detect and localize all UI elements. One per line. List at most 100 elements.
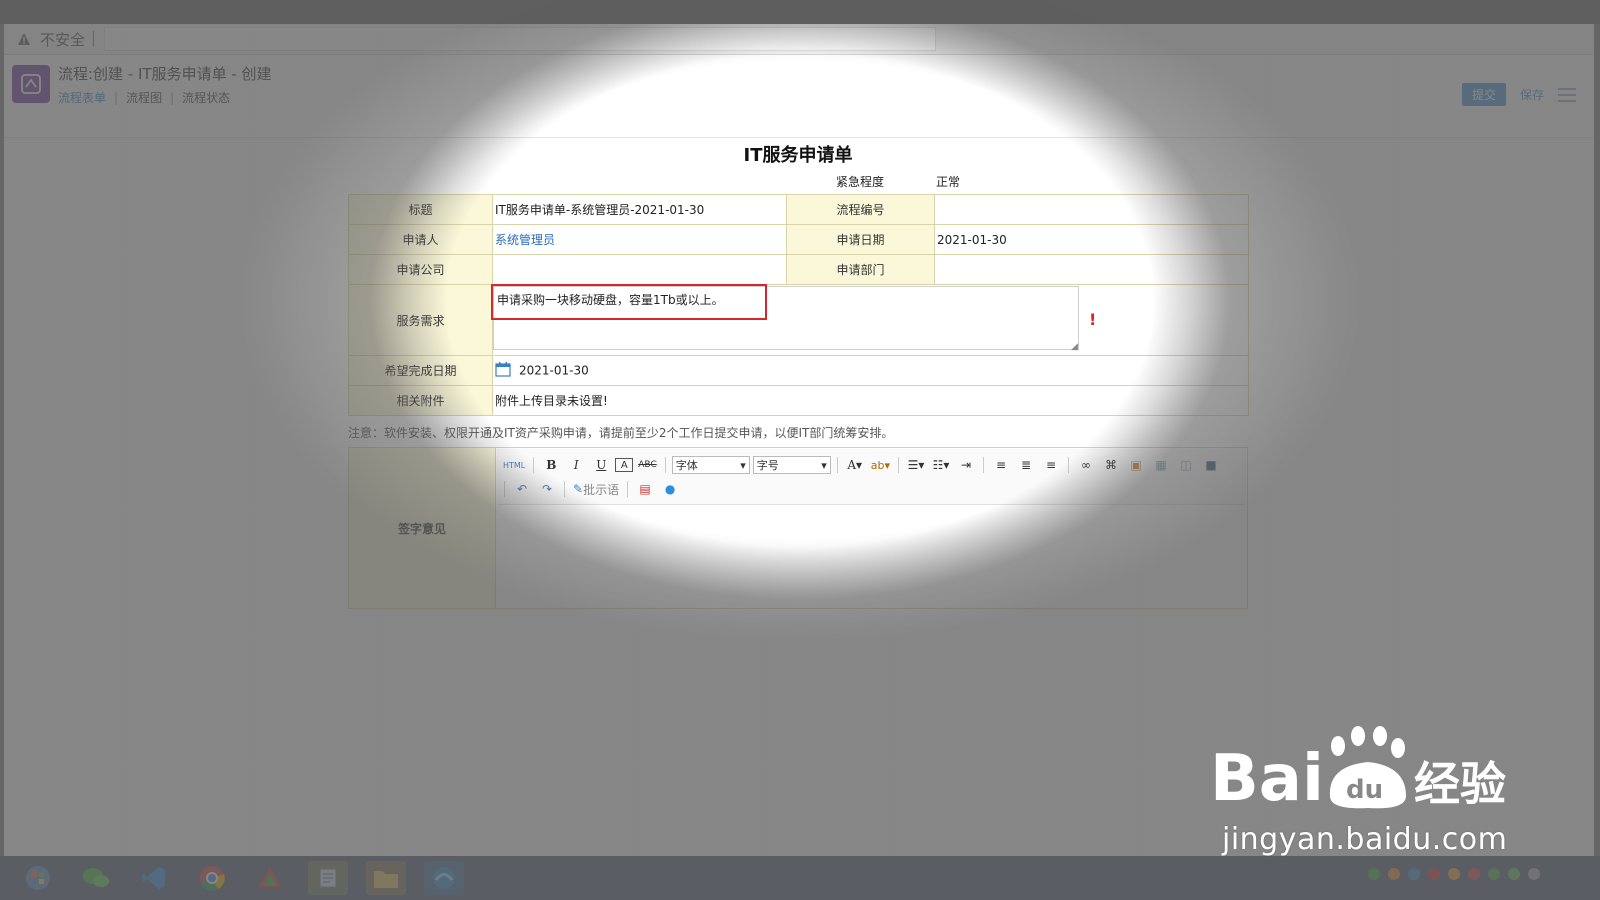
url-input[interactable] <box>104 27 937 51</box>
toolbar-separator <box>982 457 984 473</box>
toolbar-row-2: ↶ ↷ ✎ 批示语 ▤ ● <box>501 477 1242 501</box>
font-size-value: 字号 <box>756 459 779 472</box>
applicant-label: 申请人 <box>348 224 493 255</box>
toolbar-separator <box>533 457 535 473</box>
note-text: 注意：软件安装、权限开通及IT资产采购申请，请提前至少2个工作日提交申请，以便I… <box>348 426 894 440</box>
insert-picture-icon[interactable]: ▤ <box>634 480 656 498</box>
font-family-select[interactable]: 字体 ▾ <box>671 456 750 474</box>
service-request-textarea[interactable]: 申请采购一块移动硬盘，容量1Tb或以上。 <box>493 286 1079 350</box>
tab-flow-form[interactable]: 流程表单 <box>58 89 106 106</box>
apply-date-field[interactable]: 2021-01-30 <box>934 224 1249 255</box>
resize-grip-icon[interactable]: ◢ <box>1071 342 1078 352</box>
table-row: 申请公司 申请部门 <box>348 254 1249 285</box>
link-icon[interactable]: ∞ <box>1075 456 1097 474</box>
bold-button[interactable]: B <box>540 456 562 474</box>
chevron-down-icon: ▾ <box>821 458 827 472</box>
tray-icon[interactable] <box>1408 868 1420 880</box>
fullscreen-icon[interactable]: ■ <box>1200 456 1222 474</box>
tray-icon[interactable] <box>1428 868 1440 880</box>
service-textarea-wrap: 申请采购一块移动硬盘，容量1Tb或以上。 ! ◢ <box>491 284 1248 354</box>
unlink-icon[interactable]: ⌘ <box>1100 456 1122 474</box>
apply-date-label: 申请日期 <box>786 224 935 255</box>
html-button[interactable]: HTML <box>501 456 527 474</box>
toolbar-separator <box>504 481 505 497</box>
preview-icon[interactable]: ◫ <box>1175 456 1197 474</box>
highlight-color-button[interactable]: ab▾ <box>869 456 892 474</box>
company-label: 申请公司 <box>348 254 493 285</box>
undo-icon[interactable]: ↶ <box>511 480 533 498</box>
tray-icon[interactable] <box>1528 868 1540 880</box>
start-icon[interactable] <box>18 861 58 895</box>
font-size-select[interactable]: 字号 ▾ <box>752 456 831 474</box>
unordered-list-icon[interactable]: ☷▾ <box>930 456 952 474</box>
menu-icon[interactable] <box>1558 87 1576 102</box>
ordered-list-icon[interactable]: ☰▾ <box>905 456 927 474</box>
attachment-field: 附件上传目录未设置! <box>492 385 1249 416</box>
app-icon[interactable] <box>250 861 290 895</box>
align-center-icon[interactable]: ≣ <box>1015 456 1037 474</box>
expected-date-field[interactable]: 2021-01-30 <box>519 363 589 377</box>
browser-window: 不安全 流程:创建 - IT服务申请单 - 创建 流程表单 | 流程图 | 流程… <box>4 24 1594 856</box>
tray-icon[interactable] <box>1488 868 1500 880</box>
browser-top-strip <box>0 0 1600 24</box>
vscode-icon[interactable] <box>134 861 174 895</box>
font-family-value: 字体 <box>675 459 698 472</box>
browser-icon[interactable] <box>424 861 464 895</box>
tray-icon[interactable] <box>1508 868 1520 880</box>
comment-phrase-button[interactable]: ✎ 批示语 <box>571 480 621 498</box>
save-link[interactable]: 保存 <box>1520 86 1544 103</box>
applicant-field[interactable]: 系统管理员 <box>492 224 787 255</box>
table-row: 相关附件 附件上传目录未设置! <box>348 385 1249 416</box>
strikethrough-button[interactable]: ABC <box>636 456 658 474</box>
system-tray <box>1368 868 1540 880</box>
notepad-icon[interactable] <box>308 861 348 895</box>
editor-body[interactable] <box>497 505 1246 605</box>
tray-icon[interactable] <box>1368 868 1380 880</box>
align-left-icon[interactable]: ≡ <box>990 456 1012 474</box>
redo-icon[interactable]: ↷ <box>536 480 558 498</box>
align-right-icon[interactable]: ≡ <box>1040 456 1062 474</box>
urgency-label: 紧急程度 <box>836 174 885 189</box>
toolbar-separator <box>836 457 838 473</box>
tray-icon[interactable] <box>1388 868 1400 880</box>
header-actions: 提交 保存 <box>1461 83 1576 106</box>
table-icon[interactable]: ▦ <box>1150 456 1172 474</box>
comment-phrase-icon: ✎ <box>573 482 584 496</box>
indent-icon[interactable]: ⇥ <box>955 456 977 474</box>
font-color-button[interactable]: A▾ <box>844 456 866 474</box>
department-field[interactable] <box>934 254 1249 285</box>
sign-table: 签字意见 HTML B I U A ABC 字体 ▾ 字号 ▾ A▾ ab▾ ☰… <box>348 447 1248 609</box>
attachment-label: 相关附件 <box>348 385 493 416</box>
chrome-icon[interactable] <box>192 861 232 895</box>
wechat-icon[interactable] <box>76 861 116 895</box>
service-label: 服务需求 <box>348 284 493 356</box>
submit-button[interactable]: 提交 <box>1461 83 1506 106</box>
flow-number-label: 流程编号 <box>786 194 935 225</box>
tray-icon[interactable] <box>1448 868 1460 880</box>
app-logo <box>12 65 50 103</box>
service-cell: 申请采购一块移动硬盘，容量1Tb或以上。 ! ◢ <box>491 284 1249 356</box>
expected-date-label: 希望完成日期 <box>348 355 493 386</box>
tab-flow-chart[interactable]: 流程图 <box>126 89 162 106</box>
font-border-button[interactable]: A <box>615 458 634 472</box>
italic-button[interactable]: I <box>565 456 587 474</box>
tab-flow-status[interactable]: 流程状态 <box>182 89 230 106</box>
company-field[interactable] <box>492 254 787 285</box>
location-pin-icon[interactable]: ● <box>659 480 681 498</box>
sign-label: 签字意见 <box>348 447 496 609</box>
toolbar-separator <box>564 481 565 497</box>
chevron-down-icon: ▾ <box>740 458 746 472</box>
urgency-value[interactable]: 正常 <box>936 173 960 190</box>
title-field[interactable]: IT服务申请单-系统管理员-2021-01-30 <box>492 194 787 225</box>
calendar-icon[interactable] <box>495 361 511 380</box>
folder-icon[interactable] <box>366 861 406 895</box>
image-icon[interactable]: ▣ <box>1125 456 1147 474</box>
underline-button[interactable]: U <box>590 456 612 474</box>
security-status[interactable]: 不安全 <box>40 29 85 50</box>
comment-phrase-label: 批示语 <box>583 482 620 497</box>
toolbar-row-1: HTML B I U A ABC 字体 ▾ 字号 ▾ A▾ ab▾ ☰▾ ☷▾ … <box>501 453 1242 477</box>
page-title: 流程:创建 - IT服务申请单 - 创建 <box>58 65 272 83</box>
tray-icon[interactable] <box>1468 868 1480 880</box>
title-label: 标题 <box>348 194 493 225</box>
department-label: 申请部门 <box>786 254 935 285</box>
